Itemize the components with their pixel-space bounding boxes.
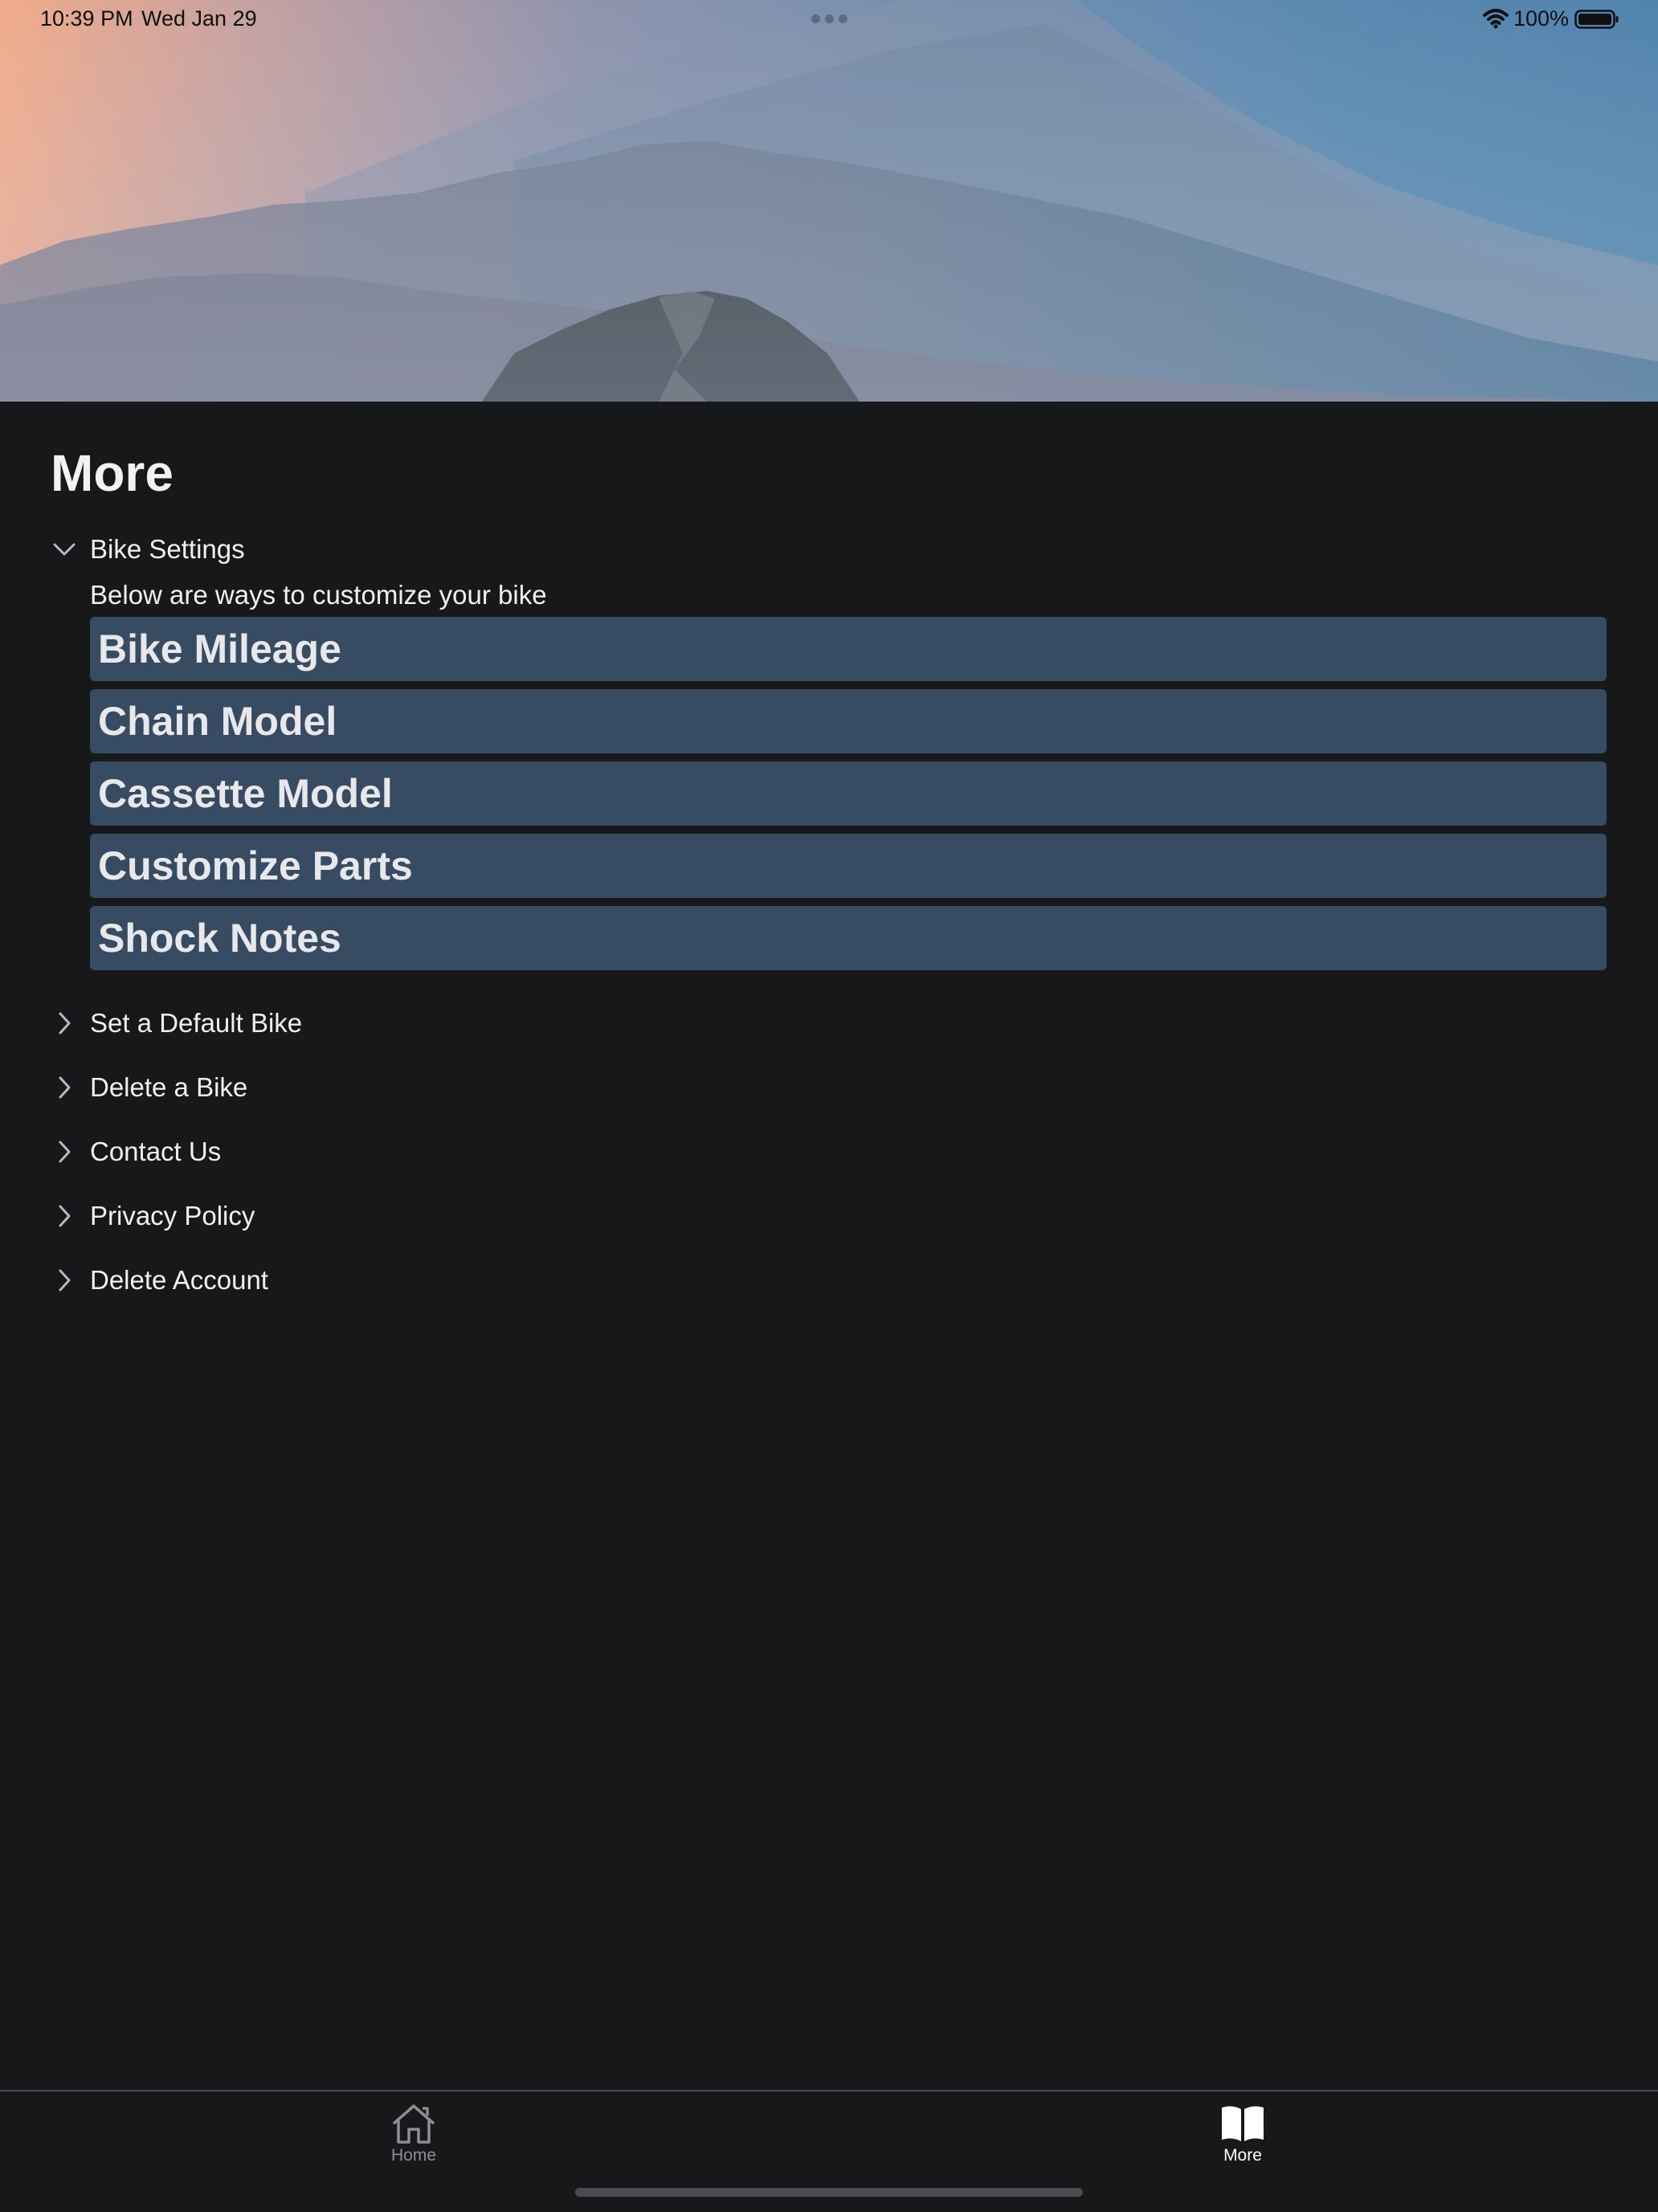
battery-percent: 100% <box>1513 6 1570 31</box>
bike-settings-button-list: Bike Mileage Chain Model Cassette Model … <box>90 617 1607 978</box>
section-delete-account[interactable]: Delete Account <box>50 1256 268 1304</box>
section-label: Bike Settings <box>90 534 245 564</box>
button-label: Cassette Model <box>98 771 393 816</box>
section-privacy-policy[interactable]: Privacy Policy <box>50 1192 255 1240</box>
button-label: Bike Mileage <box>98 626 341 671</box>
bike-mileage-button[interactable]: Bike Mileage <box>90 617 1607 681</box>
tab-label: More <box>1223 2146 1262 2165</box>
house-icon <box>393 2104 435 2144</box>
multitasking-dots-icon[interactable] <box>811 14 847 23</box>
chevron-right-icon <box>50 1073 79 1102</box>
chevron-right-icon <box>50 1009 79 1038</box>
tab-home[interactable]: Home <box>349 2103 478 2165</box>
status-time: 10:39 PM <box>40 6 133 31</box>
section-contact-us[interactable]: Contact Us <box>50 1128 221 1176</box>
section-label: Contact Us <box>90 1137 222 1166</box>
chevron-right-icon <box>50 1137 79 1166</box>
battery-icon <box>1574 10 1619 29</box>
status-date: Wed Jan 29 <box>141 6 257 31</box>
header-mountain-image <box>0 0 1658 402</box>
wifi-icon <box>1483 9 1509 29</box>
section-delete-bike[interactable]: Delete a Bike <box>50 1063 247 1112</box>
customize-parts-button[interactable]: Customize Parts <box>90 834 1607 898</box>
section-label: Privacy Policy <box>90 1201 255 1230</box>
chevron-right-icon <box>50 1202 79 1230</box>
chevron-down-icon <box>50 535 79 564</box>
shock-notes-button[interactable]: Shock Notes <box>90 906 1607 970</box>
tab-more[interactable]: More <box>1178 2103 1307 2165</box>
tab-label: Home <box>390 2146 437 2165</box>
chevron-right-icon <box>50 1266 79 1295</box>
button-label: Chain Model <box>98 699 337 744</box>
section-label: Set a Default Bike <box>90 1008 303 1038</box>
cassette-model-button[interactable]: Cassette Model <box>90 761 1607 826</box>
section-set-default-bike[interactable]: Set a Default Bike <box>50 999 302 1047</box>
page-title: More <box>51 444 174 502</box>
chain-model-button[interactable]: Chain Model <box>90 689 1607 753</box>
book-icon <box>1222 2106 1264 2141</box>
button-label: Customize Parts <box>98 843 413 888</box>
button-label: Shock Notes <box>98 916 341 961</box>
section-description: Below are ways to customize your bike <box>90 580 547 610</box>
section-label: Delete Account <box>90 1265 268 1295</box>
section-label: Delete a Bike <box>90 1072 248 1102</box>
home-indicator[interactable] <box>575 2188 1083 2197</box>
section-bike-settings[interactable]: Bike Settings <box>50 525 245 573</box>
